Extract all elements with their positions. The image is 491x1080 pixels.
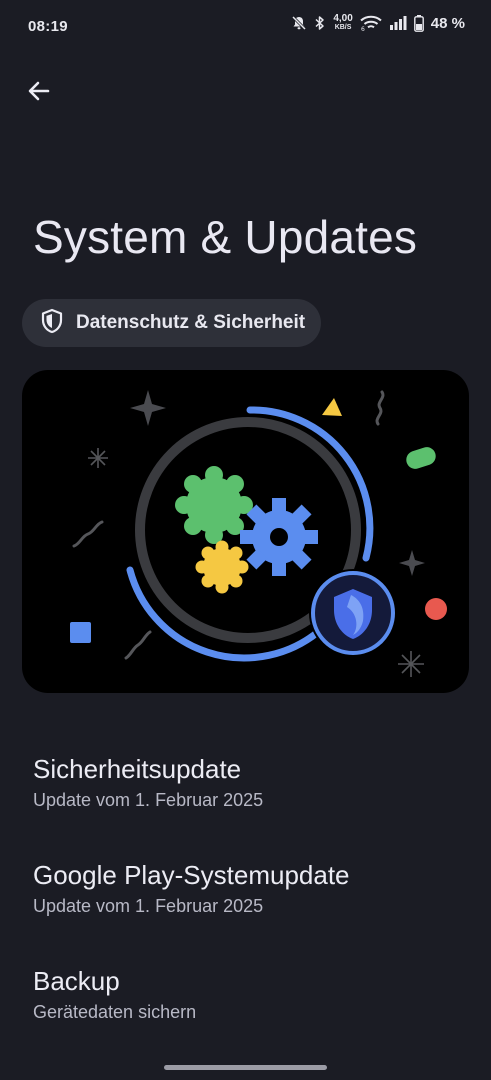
green-pill-shape [406,447,436,469]
sparkle-shape [399,550,425,576]
blue-cog-icon [240,498,318,576]
battery-icon [413,14,424,32]
svg-text:6: 6 [361,26,365,31]
list-item-subtitle: Update vom 1. Februar 2025 [33,896,264,916]
arrow-left-icon [26,78,52,109]
status-bar: 08:19 4,00 KB/S 6 48 % [0,0,491,54]
status-time: 08:19 [28,18,68,35]
gears-shield-illustration [70,390,447,677]
shield-icon [40,308,64,339]
list-item-title: Backup [33,966,120,996]
list-item-subtitle: Gerätedaten sichern [33,1002,197,1022]
yellow-flower-shape [195,540,249,594]
starburst-shape [398,651,424,677]
mute-bell-icon [291,15,307,31]
squiggle-shape [124,630,152,660]
cellular-signal-icon [389,15,407,31]
home-indicator[interactable] [164,1065,327,1070]
battery-percent: 48 % [430,14,465,32]
list-item-security-update[interactable]: Sicherheitsupdate Update vom 1. Februar … [0,754,491,844]
shield-badge-icon [309,569,397,657]
yellow-triangle-shape [322,398,342,416]
list-item-google-play-update[interactable]: Google Play-Systemupdate Update vom 1. F… [0,860,491,950]
sparkle-shape [130,390,166,426]
list-item-subtitle: Update vom 1. Februar 2025 [33,790,264,810]
list-item-backup[interactable]: Backup Gerätedaten sichern [0,966,491,1056]
system-updates-illustration [22,370,469,693]
list-item-title: Sicherheitsupdate [33,754,242,784]
squiggle-shape [375,390,385,426]
page-title: System & Updates [33,211,418,263]
chip-label: Datenschutz & Sicherheit [76,312,306,333]
blue-square-shape [70,622,91,643]
privacy-security-chip[interactable]: Datenschutz & Sicherheit [22,299,322,347]
list-item-title: Google Play-Systemupdate [33,860,350,890]
network-speed-value: 4,00 [333,13,353,24]
bluetooth-icon [314,15,326,31]
red-dot-shape [425,598,447,620]
back-button[interactable] [18,72,60,114]
squiggle-shape [72,520,104,548]
wifi-icon: 6 [360,15,382,31]
network-speed-unit: KB/S [334,24,352,31]
network-speed: 4,00 KB/S [333,14,352,32]
settings-screen: 08:19 4,00 KB/S 6 48 % System & Updates … [0,0,491,1080]
starburst-shape [88,448,108,468]
status-icons: 4,00 KB/S 6 48 % [291,14,465,32]
